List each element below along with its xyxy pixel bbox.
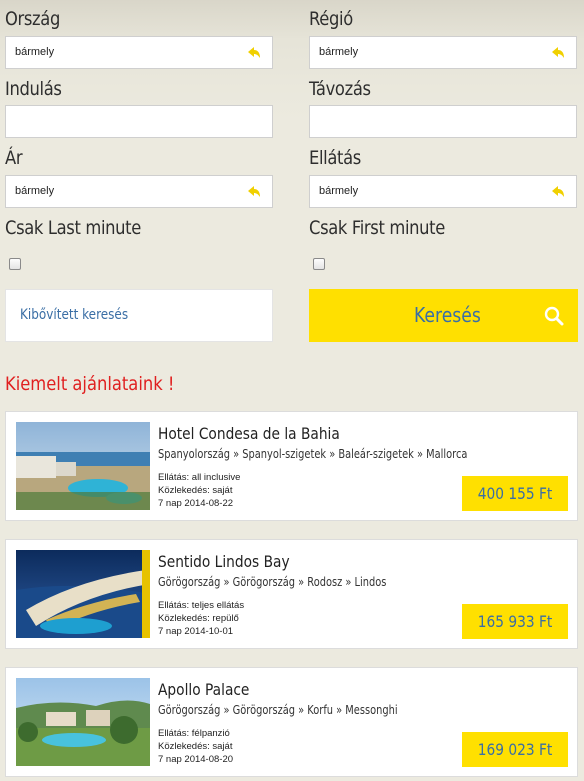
offer-board: Ellátás: félpanzió	[158, 728, 230, 739]
search-button[interactable]: Keresés	[309, 289, 578, 342]
departure-label: Indulás	[5, 78, 62, 100]
board-label: Ellátás	[309, 147, 361, 169]
offer-price-button[interactable]: 169 023 Ft	[462, 732, 568, 767]
offer-hotel-name[interactable]: Sentido Lindos Bay	[158, 552, 290, 571]
region-label: Régió	[309, 8, 353, 30]
hotel-photo	[16, 422, 150, 510]
hotel-photo	[16, 678, 150, 766]
featured-offers-title: Kiemelt ajánlataink !	[5, 373, 175, 395]
return-label: Távozás	[309, 78, 371, 100]
offer-transport: Közlekedés: repülő	[158, 613, 239, 624]
search-button-label: Keresés	[414, 303, 481, 327]
offer-card[interactable]: Hotel Condesa de la Bahia Spanyolország …	[5, 411, 578, 521]
hotel-photo	[16, 550, 150, 638]
offer-price-button[interactable]: 165 933 Ft	[462, 604, 568, 639]
offer-price: 169 023 Ft	[477, 740, 553, 759]
last-minute-label: Csak Last minute	[5, 217, 141, 239]
offer-price-button[interactable]: 400 155 Ft	[462, 476, 568, 511]
offer-hotel-name[interactable]: Hotel Condesa de la Bahia	[158, 424, 340, 443]
offer-board: Ellátás: all inclusive	[158, 472, 241, 483]
offer-duration: 7 nap 2014-08-22	[158, 498, 234, 509]
offer-board: Ellátás: teljes ellátás	[158, 600, 245, 611]
region-select[interactable]: bármely	[309, 36, 577, 69]
departure-date-input[interactable]	[5, 105, 273, 138]
price-select-value: bármely	[15, 185, 55, 197]
last-minute-checkbox[interactable]	[9, 258, 21, 270]
return-date-input[interactable]	[309, 105, 577, 138]
first-minute-checkbox[interactable]	[313, 258, 325, 270]
dropdown-arrow-icon	[248, 186, 260, 197]
offer-duration: 7 nap 2014-10-01	[158, 626, 234, 637]
first-minute-label: Csak First minute	[309, 217, 445, 239]
board-select[interactable]: bármely	[309, 175, 577, 208]
price-select[interactable]: bármely	[5, 175, 273, 208]
advanced-search-button[interactable]: Kibővített keresés	[5, 289, 273, 342]
country-select-value: bármely	[15, 46, 55, 58]
offer-transport: Közlekedés: saját	[158, 485, 233, 496]
country-select[interactable]: bármely	[5, 36, 273, 69]
region-select-value: bármely	[319, 46, 359, 58]
offer-duration: 7 nap 2014-08-20	[158, 754, 234, 765]
offer-location-path: Görögország » Görögország » Rodosz » Lin…	[158, 575, 387, 589]
offer-hotel-name[interactable]: Apollo Palace	[158, 680, 249, 699]
offer-card[interactable]: Apollo Palace Görögország » Görögország …	[5, 667, 578, 777]
offer-price: 165 933 Ft	[477, 612, 553, 631]
offer-location-path: Görögország » Görögország » Korfu » Mess…	[158, 703, 398, 717]
country-label: Ország	[5, 8, 60, 30]
dropdown-arrow-icon	[552, 47, 564, 58]
offer-price: 400 155 Ft	[477, 484, 553, 503]
offer-transport: Közlekedés: saját	[158, 741, 233, 752]
board-select-value: bármely	[319, 185, 359, 197]
dropdown-arrow-icon	[248, 47, 260, 58]
price-label: Ár	[5, 147, 23, 169]
search-icon	[544, 306, 564, 326]
advanced-search-label: Kibővített keresés	[20, 307, 129, 323]
offer-location-path: Spanyolország » Spanyol-szigetek » Baleá…	[158, 447, 468, 461]
dropdown-arrow-icon	[552, 186, 564, 197]
offer-card[interactable]: Sentido Lindos Bay Görögország » Görögor…	[5, 539, 578, 649]
